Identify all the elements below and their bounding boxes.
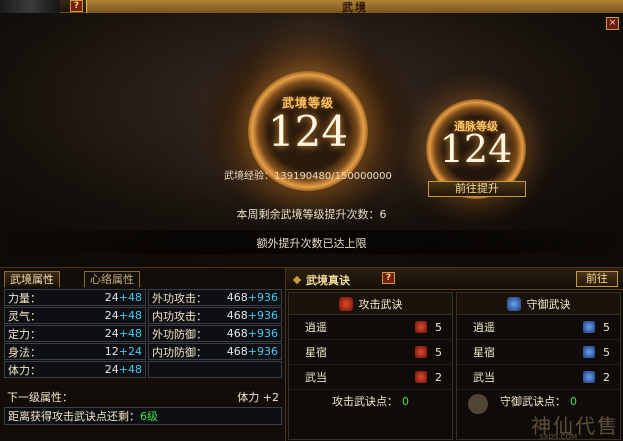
defense-points-label: 守御武诀点： <box>500 395 566 408</box>
defense-art-header: 守御武诀 <box>457 293 620 315</box>
attribute-cell: 内功防御： 468+936 <box>148 343 282 360</box>
attack-art-title: 攻击武诀 <box>358 297 403 311</box>
attribute-value: 468+936 <box>226 291 278 304</box>
goto-upgrade-button[interactable]: 前往提升 <box>428 181 526 197</box>
attack-points-label: 攻击武诀点： <box>332 395 398 408</box>
realm-scene: × 武境等级 124 通脉等级 124 武境经验：139190480/15000… <box>0 13 623 267</box>
next-level-attributes: 下一级属性： 体力 +2 <box>4 388 282 405</box>
attack-point-icon <box>415 321 427 333</box>
attribute-label: 身法： <box>8 345 41 359</box>
art-count: 5 <box>435 320 442 334</box>
attribute-cell: 身法： 12+24 <box>4 343 146 360</box>
defense-art-row[interactable]: 逍遥 5 <box>457 315 620 340</box>
art-count: 2 <box>603 370 610 384</box>
diamond-icon <box>292 275 302 285</box>
attribute-label: 力量： <box>8 291 41 305</box>
attack-point-icon <box>415 371 427 383</box>
shield-icon <box>583 321 595 333</box>
attribute-value: 24+48 <box>104 363 142 376</box>
sect-name: 星宿 <box>305 346 327 359</box>
attack-points-value: 0 <box>402 394 409 408</box>
defense-art-row[interactable]: 星宿 5 <box>457 340 620 365</box>
shield-icon <box>506 296 521 311</box>
weekly-upgrades-text: 本周剩余武境等级提升次数：6 <box>236 208 387 221</box>
close-button[interactable]: × <box>606 17 619 30</box>
attribute-label: 体力： <box>8 363 41 377</box>
attack-point-distance: 距离获得攻击武诀点还剩： 6级 <box>4 407 282 425</box>
defense-points-value: 0 <box>570 394 577 408</box>
attribute-row: 定力： 24+48 外功防御： 468+936 <box>4 325 282 342</box>
attribute-value: 24+48 <box>104 309 142 322</box>
watermark-badge-icon <box>468 394 488 414</box>
attribute-row: 力量： 24+48 外功攻击： 468+936 <box>4 289 282 306</box>
art-count: 5 <box>435 345 442 359</box>
sect-name: 武当 <box>473 371 495 384</box>
distance-value: 6级 <box>140 410 158 423</box>
attack-art-row[interactable]: 武当 2 <box>289 365 452 390</box>
distance-label: 距离获得攻击武诀点还剩： <box>8 410 140 423</box>
attack-art-column: 攻击武诀 逍遥 5 星宿 5 武当 2 攻击武诀点： 0 <box>288 292 453 440</box>
extra-upgrade-text: 额外提升次数已达上限 <box>256 237 367 250</box>
attribute-label: 定力： <box>8 327 41 341</box>
attack-art-row[interactable]: 星宿 5 <box>289 340 452 365</box>
attribute-label: 内功防御： <box>152 345 207 359</box>
sect-name: 逍遥 <box>473 321 495 334</box>
attribute-row: 灵气： 24+48 内功攻击： 468+936 <box>4 307 282 324</box>
help-button[interactable]: ? <box>70 0 83 12</box>
defense-art-row[interactable]: 武当 2 <box>457 365 620 390</box>
meridian-level-value: 124 <box>439 127 513 171</box>
true-art-help-button[interactable]: ? <box>382 272 395 284</box>
attribute-value: 468+936 <box>226 345 278 358</box>
attribute-value: 468+936 <box>226 327 278 340</box>
window-title-tab: 武境 <box>86 0 623 14</box>
next-level-label: 下一级属性： <box>7 390 73 404</box>
shield-icon <box>583 346 595 358</box>
true-art-title: 武境真诀 <box>306 274 350 287</box>
art-count: 5 <box>603 320 610 334</box>
sect-name: 武当 <box>305 371 327 384</box>
attack-art-row[interactable]: 逍遥 5 <box>289 315 452 340</box>
attack-point-icon <box>415 346 427 358</box>
attribute-cell: 内功攻击： 468+936 <box>148 307 282 324</box>
attribute-value: 24+48 <box>104 291 142 304</box>
defense-art-title: 守御武诀 <box>526 297 571 311</box>
true-art-header: 武境真诀 ? 前往 <box>286 268 623 290</box>
tab-meridian-attributes[interactable]: 心络属性 <box>84 271 140 287</box>
attribute-cell: 定力： 24+48 <box>4 325 146 342</box>
attribute-cell: 体力： 24+48 <box>4 361 146 378</box>
art-count: 2 <box>435 370 442 384</box>
attack-points-footer: 攻击武诀点： 0 <box>289 390 452 412</box>
attack-art-header: 攻击武诀 <box>289 293 452 315</box>
attribute-value: 468+936 <box>226 309 278 322</box>
realm-exp-text: 武境经验：139190480/150000000 <box>224 171 392 182</box>
goto-button[interactable]: 前往 <box>576 271 618 287</box>
attack-art-icon <box>338 296 353 311</box>
next-level-value: 体力 +2 <box>237 390 279 404</box>
attributes-panel: 武境属性 心络属性 力量： 24+48 外功攻击： 468+936 灵气： 24… <box>0 267 285 441</box>
attribute-row: 体力： 24+48 <box>4 361 282 378</box>
realm-level-value: 124 <box>267 107 349 156</box>
sect-name: 逍遥 <box>305 321 327 334</box>
attribute-value: 24+48 <box>104 327 142 340</box>
attribute-label: 外功攻击： <box>152 291 207 305</box>
title-bar: ? 武境 <box>0 0 623 14</box>
attribute-value: 12+24 <box>104 345 142 358</box>
art-count: 5 <box>603 345 610 359</box>
shield-icon <box>583 371 595 383</box>
title-bar-ornament <box>0 0 60 13</box>
attribute-cell-empty <box>148 361 282 378</box>
watermark-sub: SXDS.COM <box>539 433 577 441</box>
attribute-label: 灵气： <box>8 309 41 323</box>
attribute-cell: 力量： 24+48 <box>4 289 146 306</box>
attribute-label: 外功防御： <box>152 327 207 341</box>
attribute-label: 内功攻击： <box>152 309 207 323</box>
attribute-cell: 外功防御： 468+936 <box>148 325 282 342</box>
attribute-row: 身法： 12+24 内功防御： 468+936 <box>4 343 282 360</box>
attribute-cell: 灵气： 24+48 <box>4 307 146 324</box>
tab-realm-attributes[interactable]: 武境属性 <box>4 271 60 287</box>
attribute-grid: 力量： 24+48 外功攻击： 468+936 灵气： 24+48 内功攻击： … <box>4 289 282 379</box>
sect-name: 星宿 <box>473 346 495 359</box>
attribute-cell: 外功攻击： 468+936 <box>148 289 282 306</box>
